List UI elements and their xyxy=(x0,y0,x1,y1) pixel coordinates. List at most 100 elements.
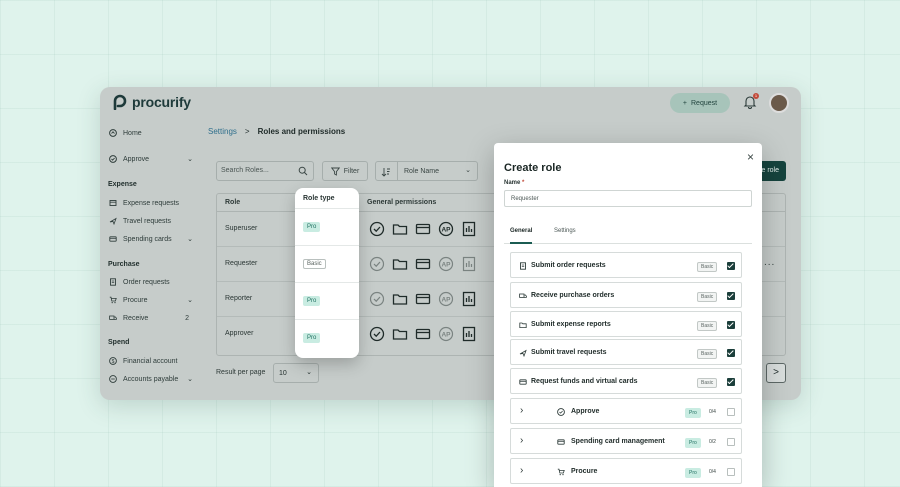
permission-checkbox[interactable] xyxy=(727,378,735,386)
svg-text:AP: AP xyxy=(441,262,451,269)
basic-badge: Basic xyxy=(697,292,718,302)
request-button[interactable]: + Request xyxy=(670,93,730,113)
permission-count: 0/4 xyxy=(709,469,716,475)
sidebar-item-label: Order requests xyxy=(123,278,170,286)
permission-checkbox[interactable] xyxy=(727,321,735,329)
brand-logo[interactable]: procurify xyxy=(112,94,191,110)
ap-icon: AP xyxy=(438,256,454,272)
filter-button[interactable]: Filter xyxy=(322,161,368,181)
sidebar-item-financial-account[interactable]: $ Financial account xyxy=(109,357,193,365)
permission-row[interactable]: Receive purchase orders Basic xyxy=(510,282,742,308)
user-avatar[interactable] xyxy=(769,93,789,113)
result-per-page-label: Result per page xyxy=(216,369,266,376)
sidebar-item-label: Accounts payable xyxy=(123,375,179,383)
folder-icon xyxy=(392,259,408,270)
sort-icon xyxy=(381,168,390,177)
required-marker: * xyxy=(522,180,525,186)
card-icon xyxy=(415,223,431,235)
permission-row[interactable]: Submit order requests Basic xyxy=(510,252,742,278)
search-icon xyxy=(298,166,308,176)
name-field-label: Name * xyxy=(504,180,524,186)
permission-group-checkbox[interactable] xyxy=(727,438,735,446)
sidebar-item-accounts-payable[interactable]: Accounts payable ⌄ xyxy=(109,375,193,383)
sort-label: Role Name xyxy=(404,168,440,175)
chevron-right-icon: > xyxy=(244,127,250,136)
sidebar-item-travel-requests[interactable]: Travel requests xyxy=(109,217,193,225)
chevron-down-icon: ⌄ xyxy=(465,167,471,174)
folder-icon xyxy=(392,294,408,305)
tab-general[interactable]: General xyxy=(510,228,533,244)
permission-group-row[interactable]: › Procure Pro 0/4 xyxy=(510,458,742,484)
sidebar-item-procure[interactable]: Procure ⌄ xyxy=(109,296,193,304)
close-icon[interactable]: × xyxy=(747,150,754,164)
permission-row[interactable]: Submit expense reports Basic xyxy=(510,311,742,337)
notification-badge: 1 xyxy=(753,93,759,99)
sidebar-item-receive[interactable]: Receive 2 xyxy=(109,314,193,322)
plus-icon: + xyxy=(682,99,687,107)
permission-icons: AP xyxy=(369,221,477,237)
permission-row[interactable]: Submit travel requests Basic xyxy=(510,339,742,365)
permission-checkbox[interactable] xyxy=(727,292,735,300)
order-icon xyxy=(110,278,116,286)
request-button-label: Request xyxy=(691,99,718,107)
sidebar-item-spending-cards[interactable]: Spending cards ⌄ xyxy=(109,235,193,243)
role-name: Approver xyxy=(225,330,254,337)
order-icon xyxy=(520,262,526,270)
permission-row[interactable]: Request funds and virtual cards Basic xyxy=(510,368,742,394)
tab-settings[interactable]: Settings xyxy=(554,228,576,234)
svg-text:AP: AP xyxy=(441,297,451,304)
permission-checkbox[interactable] xyxy=(727,349,735,357)
search-placeholder: Search Roles... xyxy=(221,167,269,174)
more-icon[interactable]: ... xyxy=(764,257,775,268)
sort-select[interactable]: Role Name ⌄ xyxy=(375,161,478,181)
sidebar-item-home[interactable]: Home xyxy=(109,129,193,137)
chevron-right-icon[interactable]: › xyxy=(520,465,523,476)
sidebar-item-label: Receive xyxy=(123,314,149,322)
permission-label: Submit expense reports xyxy=(531,321,611,328)
check-circle-icon xyxy=(369,221,385,237)
role-type-cell: Basic xyxy=(295,245,359,282)
check-circle-icon xyxy=(369,291,385,307)
permission-icons: AP xyxy=(369,326,477,342)
sidebar-item-expense-requests[interactable]: Expense requests xyxy=(109,199,193,207)
permission-group-checkbox[interactable] xyxy=(727,408,735,416)
chevron-right-icon[interactable]: › xyxy=(520,405,523,416)
role-name: Reporter xyxy=(225,295,253,302)
permission-checkbox[interactable] xyxy=(727,262,735,270)
next-page-button[interactable]: > xyxy=(766,363,786,383)
report-icon xyxy=(462,326,476,342)
chevron-down-icon: ⌄ xyxy=(187,297,193,304)
sidebar-item-approve[interactable]: Approve ⌄ xyxy=(109,155,193,163)
permission-group-checkbox[interactable] xyxy=(727,468,735,476)
divider xyxy=(397,162,398,180)
sidebar-item-label: Home xyxy=(123,129,142,137)
svg-text:AP: AP xyxy=(441,332,451,339)
chevron-down-icon: ⌄ xyxy=(187,376,193,383)
sidebar-item-label: Financial account xyxy=(123,357,178,365)
permission-count: 0/2 xyxy=(709,439,716,445)
result-per-page-select[interactable]: 10 ⌄ xyxy=(273,363,319,383)
permission-label: Request funds and virtual cards xyxy=(531,378,638,385)
pro-badge: Pro xyxy=(685,408,701,418)
search-input[interactable]: Search Roles... xyxy=(216,161,314,181)
truck-icon xyxy=(109,315,117,320)
chevron-right-icon: > xyxy=(773,367,779,378)
permission-group-row[interactable]: › Spending card management Pro 0/2 xyxy=(510,428,742,454)
chevron-right-icon[interactable]: › xyxy=(520,435,523,446)
receive-count-badge: 2 xyxy=(185,314,189,322)
sidebar-section-purchase: Purchase xyxy=(108,261,140,268)
pro-badge: Pro xyxy=(303,296,321,306)
sidebar-item-label: Approve xyxy=(123,155,150,163)
cart-icon xyxy=(109,296,117,304)
modal-title: Create role xyxy=(504,162,562,174)
role-type-column-card: Role type Pro Basic Pro Pro xyxy=(295,188,359,358)
svg-text:AP: AP xyxy=(441,227,451,234)
report-icon xyxy=(462,221,476,237)
breadcrumb-settings[interactable]: Settings xyxy=(208,127,237,136)
sidebar-item-order-requests[interactable]: Order requests xyxy=(109,278,193,286)
role-name-input[interactable]: Requester xyxy=(504,190,752,207)
folder-icon xyxy=(392,329,408,340)
permission-label: Submit order requests xyxy=(531,262,606,269)
card-icon xyxy=(415,328,431,340)
permission-group-row[interactable]: › Approve Pro 0/4 xyxy=(510,398,742,424)
